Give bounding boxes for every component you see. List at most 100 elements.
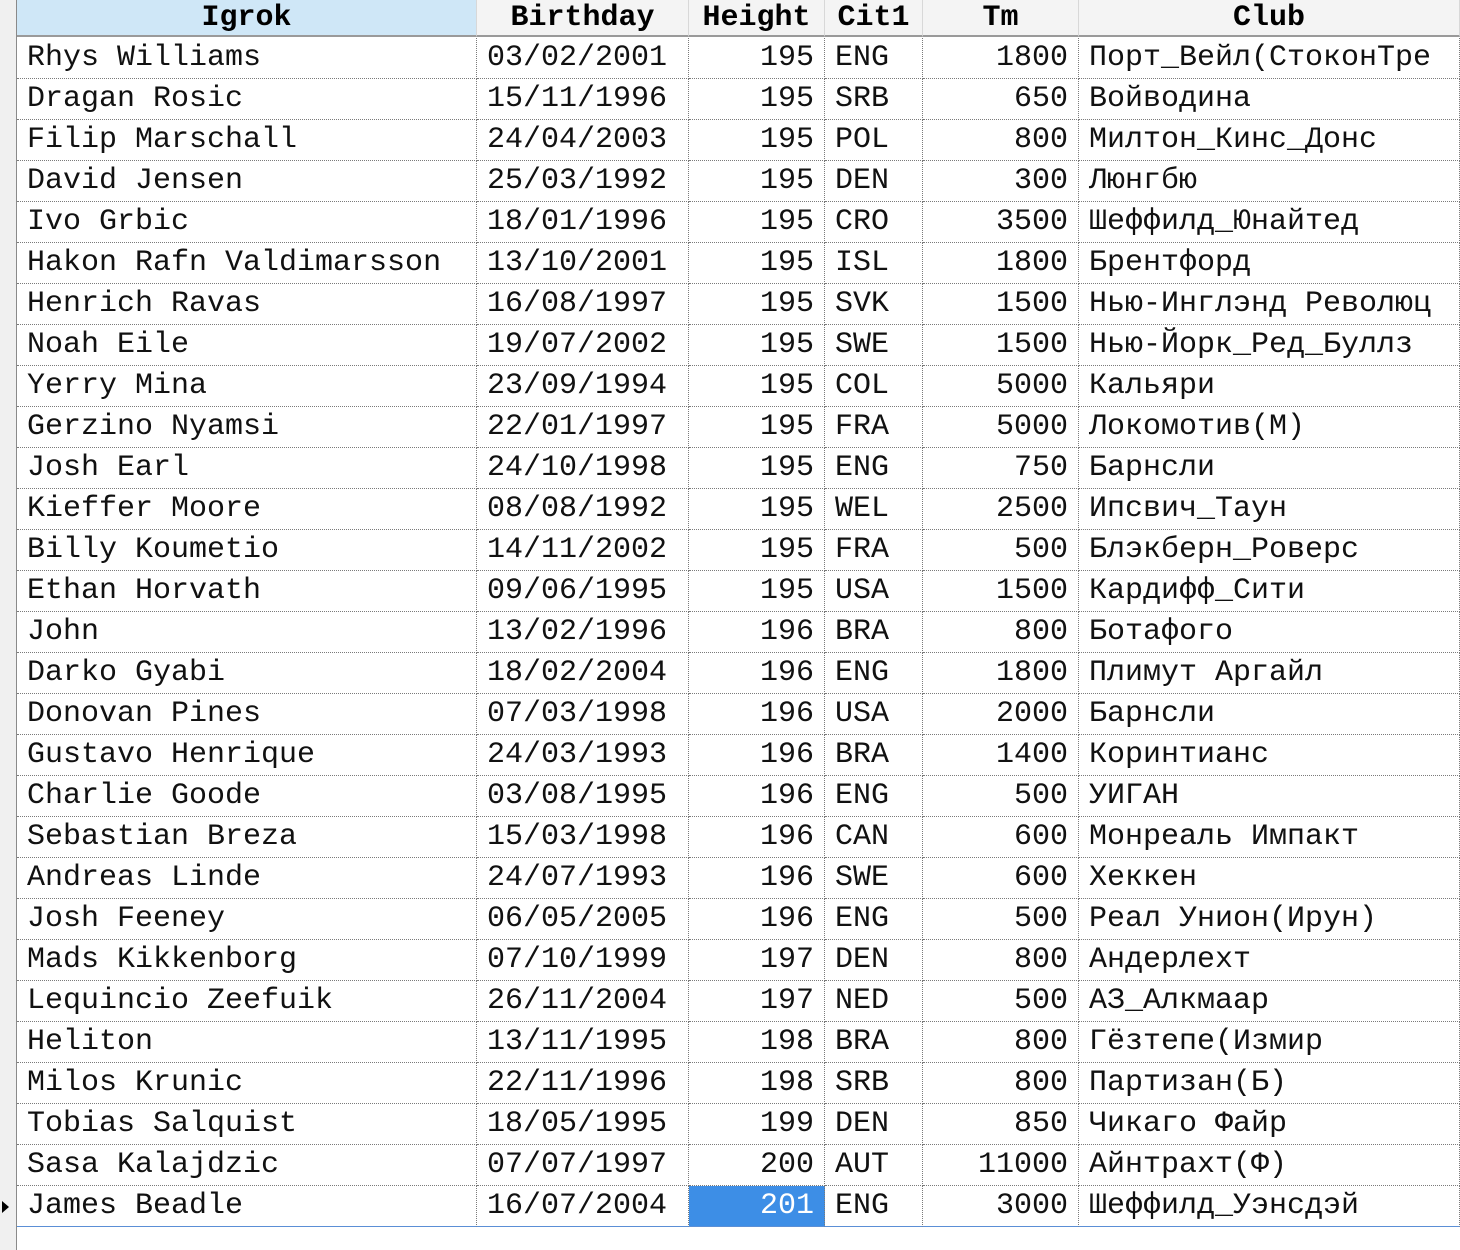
cell-cit1[interactable]: DEN	[825, 940, 923, 981]
cell-birthday[interactable]: 07/03/1998	[477, 694, 689, 735]
cell-club[interactable]: Локомотив(М)	[1079, 407, 1460, 448]
cell-club[interactable]: Кардифф_Сити	[1079, 571, 1460, 612]
cell-igrok[interactable]: Billy Koumetio	[17, 530, 477, 571]
cell-club[interactable]: Реал Унион(Ирун)	[1079, 899, 1460, 940]
column-header-igrok[interactable]: Igrok	[17, 0, 477, 37]
cell-igrok[interactable]: David Jensen	[17, 161, 477, 202]
cell-tm[interactable]: 800	[923, 940, 1079, 981]
cell-birthday[interactable]: 16/07/2004	[477, 1186, 689, 1227]
cell-club[interactable]: Порт_Вейл(СтоконТре	[1079, 38, 1460, 79]
cell-birthday[interactable]: 08/08/1992	[477, 489, 689, 530]
cell-height[interactable]: 195	[689, 243, 825, 284]
cell-club[interactable]: Люнгбю	[1079, 161, 1460, 202]
table-row[interactable]: Andreas Linde 24/07/1993 196 SWE 600 Хеккен	[17, 858, 1460, 899]
cell-cit1[interactable]: AUT	[825, 1145, 923, 1186]
cell-tm[interactable]: 500	[923, 981, 1079, 1022]
cell-cit1[interactable]: ENG	[825, 1186, 923, 1227]
cell-igrok[interactable]: Yerry Mina	[17, 366, 477, 407]
cell-height[interactable]: 195	[689, 571, 825, 612]
cell-height[interactable]: 195	[689, 284, 825, 325]
cell-cit1[interactable]: FRA	[825, 530, 923, 571]
cell-height[interactable]: 196	[689, 817, 825, 858]
cell-height[interactable]: 195	[689, 202, 825, 243]
cell-club[interactable]: Айнтрахт(Ф)	[1079, 1145, 1460, 1186]
cell-tm[interactable]: 800	[923, 120, 1079, 161]
column-header-club[interactable]: Club	[1079, 0, 1460, 37]
cell-tm[interactable]: 800	[923, 1022, 1079, 1063]
cell-birthday[interactable]: 22/11/1996	[477, 1063, 689, 1104]
cell-club[interactable]: Плимут Аргайл	[1079, 653, 1460, 694]
cell-club[interactable]: Ипсвич_Таун	[1079, 489, 1460, 530]
column-header-height[interactable]: Height	[689, 0, 825, 37]
data-grid[interactable]: Igrok Birthday Height Cit1 Tm Club Rhys Willi…	[0, 0, 1460, 1250]
cell-birthday[interactable]: 09/06/1995	[477, 571, 689, 612]
table-row[interactable]: Sasa Kalajdzic 07/07/1997 200 AUT 11000 Айнтр…	[17, 1145, 1460, 1186]
cell-tm[interactable]: 5000	[923, 407, 1079, 448]
cell-tm[interactable]: 500	[923, 530, 1079, 571]
cell-igrok[interactable]: Ivo Grbic	[17, 202, 477, 243]
cell-birthday[interactable]: 24/10/1998	[477, 448, 689, 489]
cell-cit1[interactable]: DEN	[825, 161, 923, 202]
cell-club[interactable]: УИГАН	[1079, 776, 1460, 817]
cell-cit1[interactable]: ENG	[825, 38, 923, 79]
table-row[interactable]: Filip Marschall 24/04/2003 195 POL 800 Милтон…	[17, 120, 1460, 161]
table-row[interactable]: James Beadle 16/07/2004 201 ENG 3000 Шеффилд_…	[17, 1186, 1460, 1227]
table-row[interactable]: Charlie Goode 03/08/1995 196 ENG 500 УИГАН	[17, 776, 1460, 817]
cell-birthday[interactable]: 24/04/2003	[477, 120, 689, 161]
cell-igrok[interactable]: Josh Earl	[17, 448, 477, 489]
cell-height[interactable]: 197	[689, 981, 825, 1022]
cell-igrok[interactable]: Sebastian Breza	[17, 817, 477, 858]
cell-club[interactable]: Коринтианс	[1079, 735, 1460, 776]
cell-height[interactable]: 195	[689, 448, 825, 489]
cell-cit1[interactable]: ENG	[825, 448, 923, 489]
cell-tm[interactable]: 5000	[923, 366, 1079, 407]
cell-club[interactable]: Войводина	[1079, 79, 1460, 120]
cell-birthday[interactable]: 18/02/2004	[477, 653, 689, 694]
cell-igrok[interactable]: Andreas Linde	[17, 858, 477, 899]
cell-cit1[interactable]: ENG	[825, 776, 923, 817]
cell-birthday[interactable]: 18/01/1996	[477, 202, 689, 243]
cell-birthday[interactable]: 15/11/1996	[477, 79, 689, 120]
cell-igrok[interactable]: Dragan Rosic	[17, 79, 477, 120]
cell-cit1[interactable]: ISL	[825, 243, 923, 284]
cell-igrok[interactable]: Heliton	[17, 1022, 477, 1063]
cell-cit1[interactable]: USA	[825, 694, 923, 735]
cell-club[interactable]: Шеффилд_Уэнсдэй	[1079, 1186, 1460, 1227]
cell-tm[interactable]: 3500	[923, 202, 1079, 243]
cell-birthday[interactable]: 13/02/1996	[477, 612, 689, 653]
cell-height[interactable]: 195	[689, 120, 825, 161]
cell-igrok[interactable]: Hakon Rafn Valdimarsson	[17, 243, 477, 284]
table-row[interactable]: Henrich Ravas 16/08/1997 195 SVK 1500 Нью-Инг…	[17, 284, 1460, 325]
cell-cit1[interactable]: COL	[825, 366, 923, 407]
cell-club[interactable]: Шеффилд_Юнайтед	[1079, 202, 1460, 243]
table-row[interactable]: Donovan Pines 07/03/1998 196 USA 2000 Барнсли	[17, 694, 1460, 735]
cell-height[interactable]: 195	[689, 79, 825, 120]
cell-height[interactable]: 196	[689, 735, 825, 776]
cell-igrok[interactable]: Mads Kikkenborg	[17, 940, 477, 981]
cell-club[interactable]: Брентфорд	[1079, 243, 1460, 284]
cell-club[interactable]: АЗ_Алкмаар	[1079, 981, 1460, 1022]
column-header-cit1[interactable]: Cit1	[825, 0, 923, 37]
cell-tm[interactable]: 2000	[923, 694, 1079, 735]
cell-birthday[interactable]: 07/10/1999	[477, 940, 689, 981]
cell-cit1[interactable]: BRA	[825, 1022, 923, 1063]
cell-cit1[interactable]: NED	[825, 981, 923, 1022]
cell-igrok[interactable]: Sasa Kalajdzic	[17, 1145, 477, 1186]
cell-club[interactable]: Барнсли	[1079, 694, 1460, 735]
cell-club[interactable]: Партизан(Б)	[1079, 1063, 1460, 1104]
table-row[interactable]: Ivo Grbic 18/01/1996 195 CRO 3500 Шеффилд_Юна…	[17, 202, 1460, 243]
cell-tm[interactable]: 850	[923, 1104, 1079, 1145]
cell-height[interactable]: 196	[689, 899, 825, 940]
cell-tm[interactable]: 300	[923, 161, 1079, 202]
cell-tm[interactable]: 11000	[923, 1145, 1079, 1186]
cell-igrok[interactable]: Kieffer Moore	[17, 489, 477, 530]
table-row[interactable]: Gerzino Nyamsi 22/01/1997 195 FRA 5000 Локомо…	[17, 407, 1460, 448]
table-row[interactable]: Gustavo Henrique 24/03/1993 196 BRA 1400 Кори…	[17, 735, 1460, 776]
cell-club[interactable]: Хеккен	[1079, 858, 1460, 899]
cell-height[interactable]: 195	[689, 489, 825, 530]
cell-birthday[interactable]: 24/07/1993	[477, 858, 689, 899]
cell-tm[interactable]: 1800	[923, 38, 1079, 79]
cell-birthday[interactable]: 13/11/1995	[477, 1022, 689, 1063]
cell-igrok[interactable]: Milos Krunic	[17, 1063, 477, 1104]
cell-tm[interactable]: 2500	[923, 489, 1079, 530]
